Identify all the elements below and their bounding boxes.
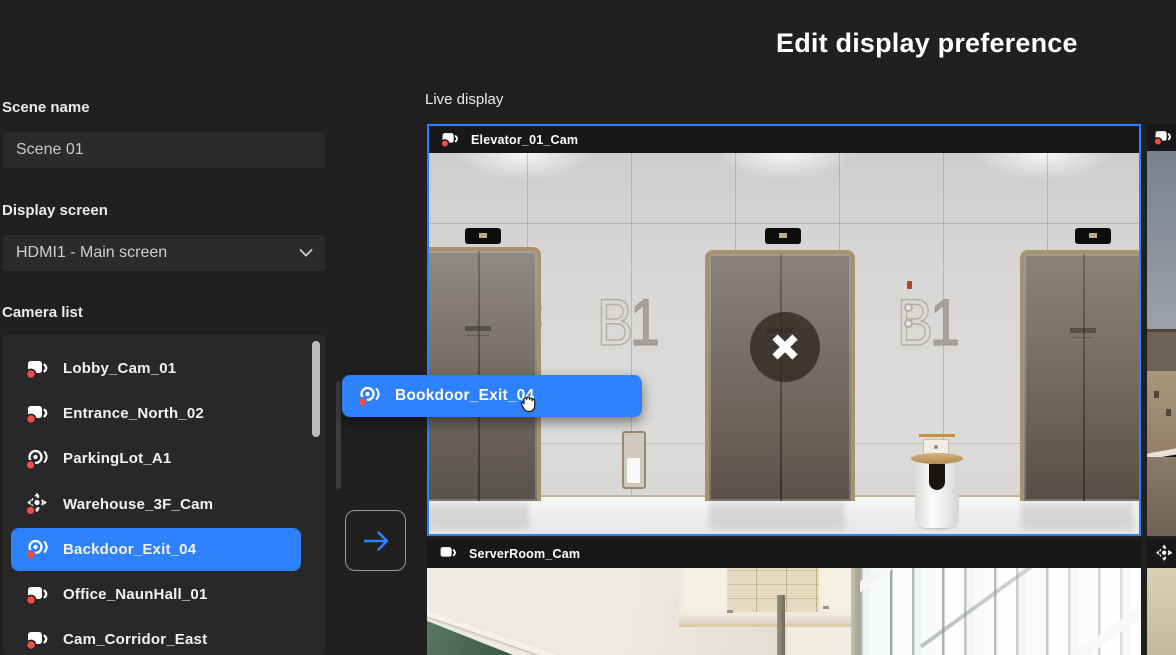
camera-list-label: Camera list bbox=[2, 304, 83, 321]
edit-display-preference-screen: Edit display preference Scene name Displ… bbox=[0, 0, 1176, 655]
camera-list-item[interactable]: Entrance_North_02 bbox=[3, 391, 325, 436]
tile-header: ServerRoom_Cam bbox=[427, 539, 1141, 568]
live-tile-partial-top[interactable] bbox=[1147, 124, 1176, 536]
camera-name: Backdoor_Exit_04 bbox=[63, 541, 196, 558]
floor-indicator bbox=[1075, 228, 1111, 244]
tile-header bbox=[1147, 539, 1176, 568]
tile-title: ServerRoom_Cam bbox=[469, 547, 580, 561]
display-screen-value: HDMI1 - Main screen bbox=[16, 244, 167, 262]
camera-name: Lobby_Cam_01 bbox=[63, 360, 176, 377]
fisheye-icon bbox=[25, 537, 51, 561]
live-display-label: Live display bbox=[425, 91, 503, 108]
panel-scrollbar[interactable] bbox=[336, 381, 341, 489]
camera-list-item[interactable]: Office_NaunHall_01 bbox=[3, 572, 325, 617]
elevator-door bbox=[429, 247, 541, 501]
camera-list-item-selected[interactable]: Backdoor_Exit_04 bbox=[3, 527, 325, 572]
elevator-door bbox=[1020, 250, 1139, 501]
grabbing-hand-cursor-icon bbox=[516, 391, 539, 415]
chevron-down-icon bbox=[299, 249, 313, 258]
close-icon bbox=[767, 329, 803, 365]
camera-list-item[interactable]: Warehouse_3F_Cam bbox=[3, 482, 325, 527]
camera-list-item[interactable]: ParkingLot_A1 bbox=[3, 436, 325, 481]
elevator-video: B1 B1 bbox=[429, 153, 1139, 534]
dragged-camera-item[interactable]: Bookdoor_Exit_04 bbox=[342, 375, 642, 417]
scene-name-label: Scene name bbox=[2, 99, 90, 116]
display-screen-select[interactable]: HDMI1 - Main screen bbox=[3, 235, 325, 271]
camera-list-item[interactable]: Lobby_Cam_01 bbox=[3, 346, 325, 391]
tile-header: Elevator_01_Cam bbox=[429, 126, 1139, 153]
live-tile-partial-bottom[interactable] bbox=[1147, 539, 1176, 655]
ptz-icon bbox=[1154, 544, 1176, 564]
dragged-camera-label: Bookdoor_Exit_04 bbox=[395, 387, 534, 405]
tile-header bbox=[1147, 124, 1176, 151]
camera-name: Warehouse_3F_Cam bbox=[63, 496, 213, 513]
camera-list: Lobby_Cam_01 Entrance_North_02 ParkingLo… bbox=[3, 335, 325, 655]
partial-video bbox=[1147, 568, 1176, 655]
camcorder-icon bbox=[1153, 128, 1174, 147]
floor-indicator bbox=[465, 228, 501, 244]
remove-camera-button[interactable] bbox=[750, 312, 820, 382]
live-tile-serverroom[interactable]: ServerRoom_Cam bbox=[427, 539, 1141, 655]
display-screen-label: Display screen bbox=[2, 202, 108, 219]
page-title: Edit display preference bbox=[776, 28, 1078, 59]
fisheye-icon bbox=[25, 447, 51, 471]
serverroom-video bbox=[427, 568, 1141, 655]
call-buttons bbox=[904, 303, 916, 335]
assign-camera-button[interactable] bbox=[345, 510, 406, 571]
camera-name: Office_NaunHall_01 bbox=[63, 586, 208, 603]
camera-name: Cam_Corridor_East bbox=[63, 631, 207, 648]
tile-title: Elevator_01_Cam bbox=[471, 133, 578, 147]
scene-name-input[interactable] bbox=[3, 132, 325, 168]
floor-sign: B1 bbox=[597, 289, 658, 355]
camera-name: Entrance_North_02 bbox=[63, 405, 204, 422]
camera-name: ParkingLot_A1 bbox=[63, 450, 171, 467]
camera-list-item[interactable]: Cam_Corridor_East bbox=[3, 617, 325, 655]
trash-bin bbox=[915, 460, 959, 528]
camera-list-scrollbar[interactable] bbox=[312, 341, 320, 437]
arrow-right-icon bbox=[360, 528, 392, 554]
camcorder-icon bbox=[25, 357, 51, 381]
card-reader bbox=[622, 431, 646, 489]
camcorder-icon bbox=[25, 628, 51, 652]
fisheye-icon bbox=[357, 384, 383, 408]
camcorder-icon bbox=[438, 544, 459, 563]
floor-indicator bbox=[765, 228, 801, 244]
camcorder-icon bbox=[440, 130, 461, 149]
camcorder-icon bbox=[25, 402, 51, 426]
camcorder-icon bbox=[25, 583, 51, 607]
live-tile-elevator[interactable]: Elevator_01_Cam B1 B1 bbox=[427, 124, 1141, 536]
ptz-icon bbox=[25, 492, 51, 516]
rooftop-video bbox=[1147, 151, 1176, 536]
